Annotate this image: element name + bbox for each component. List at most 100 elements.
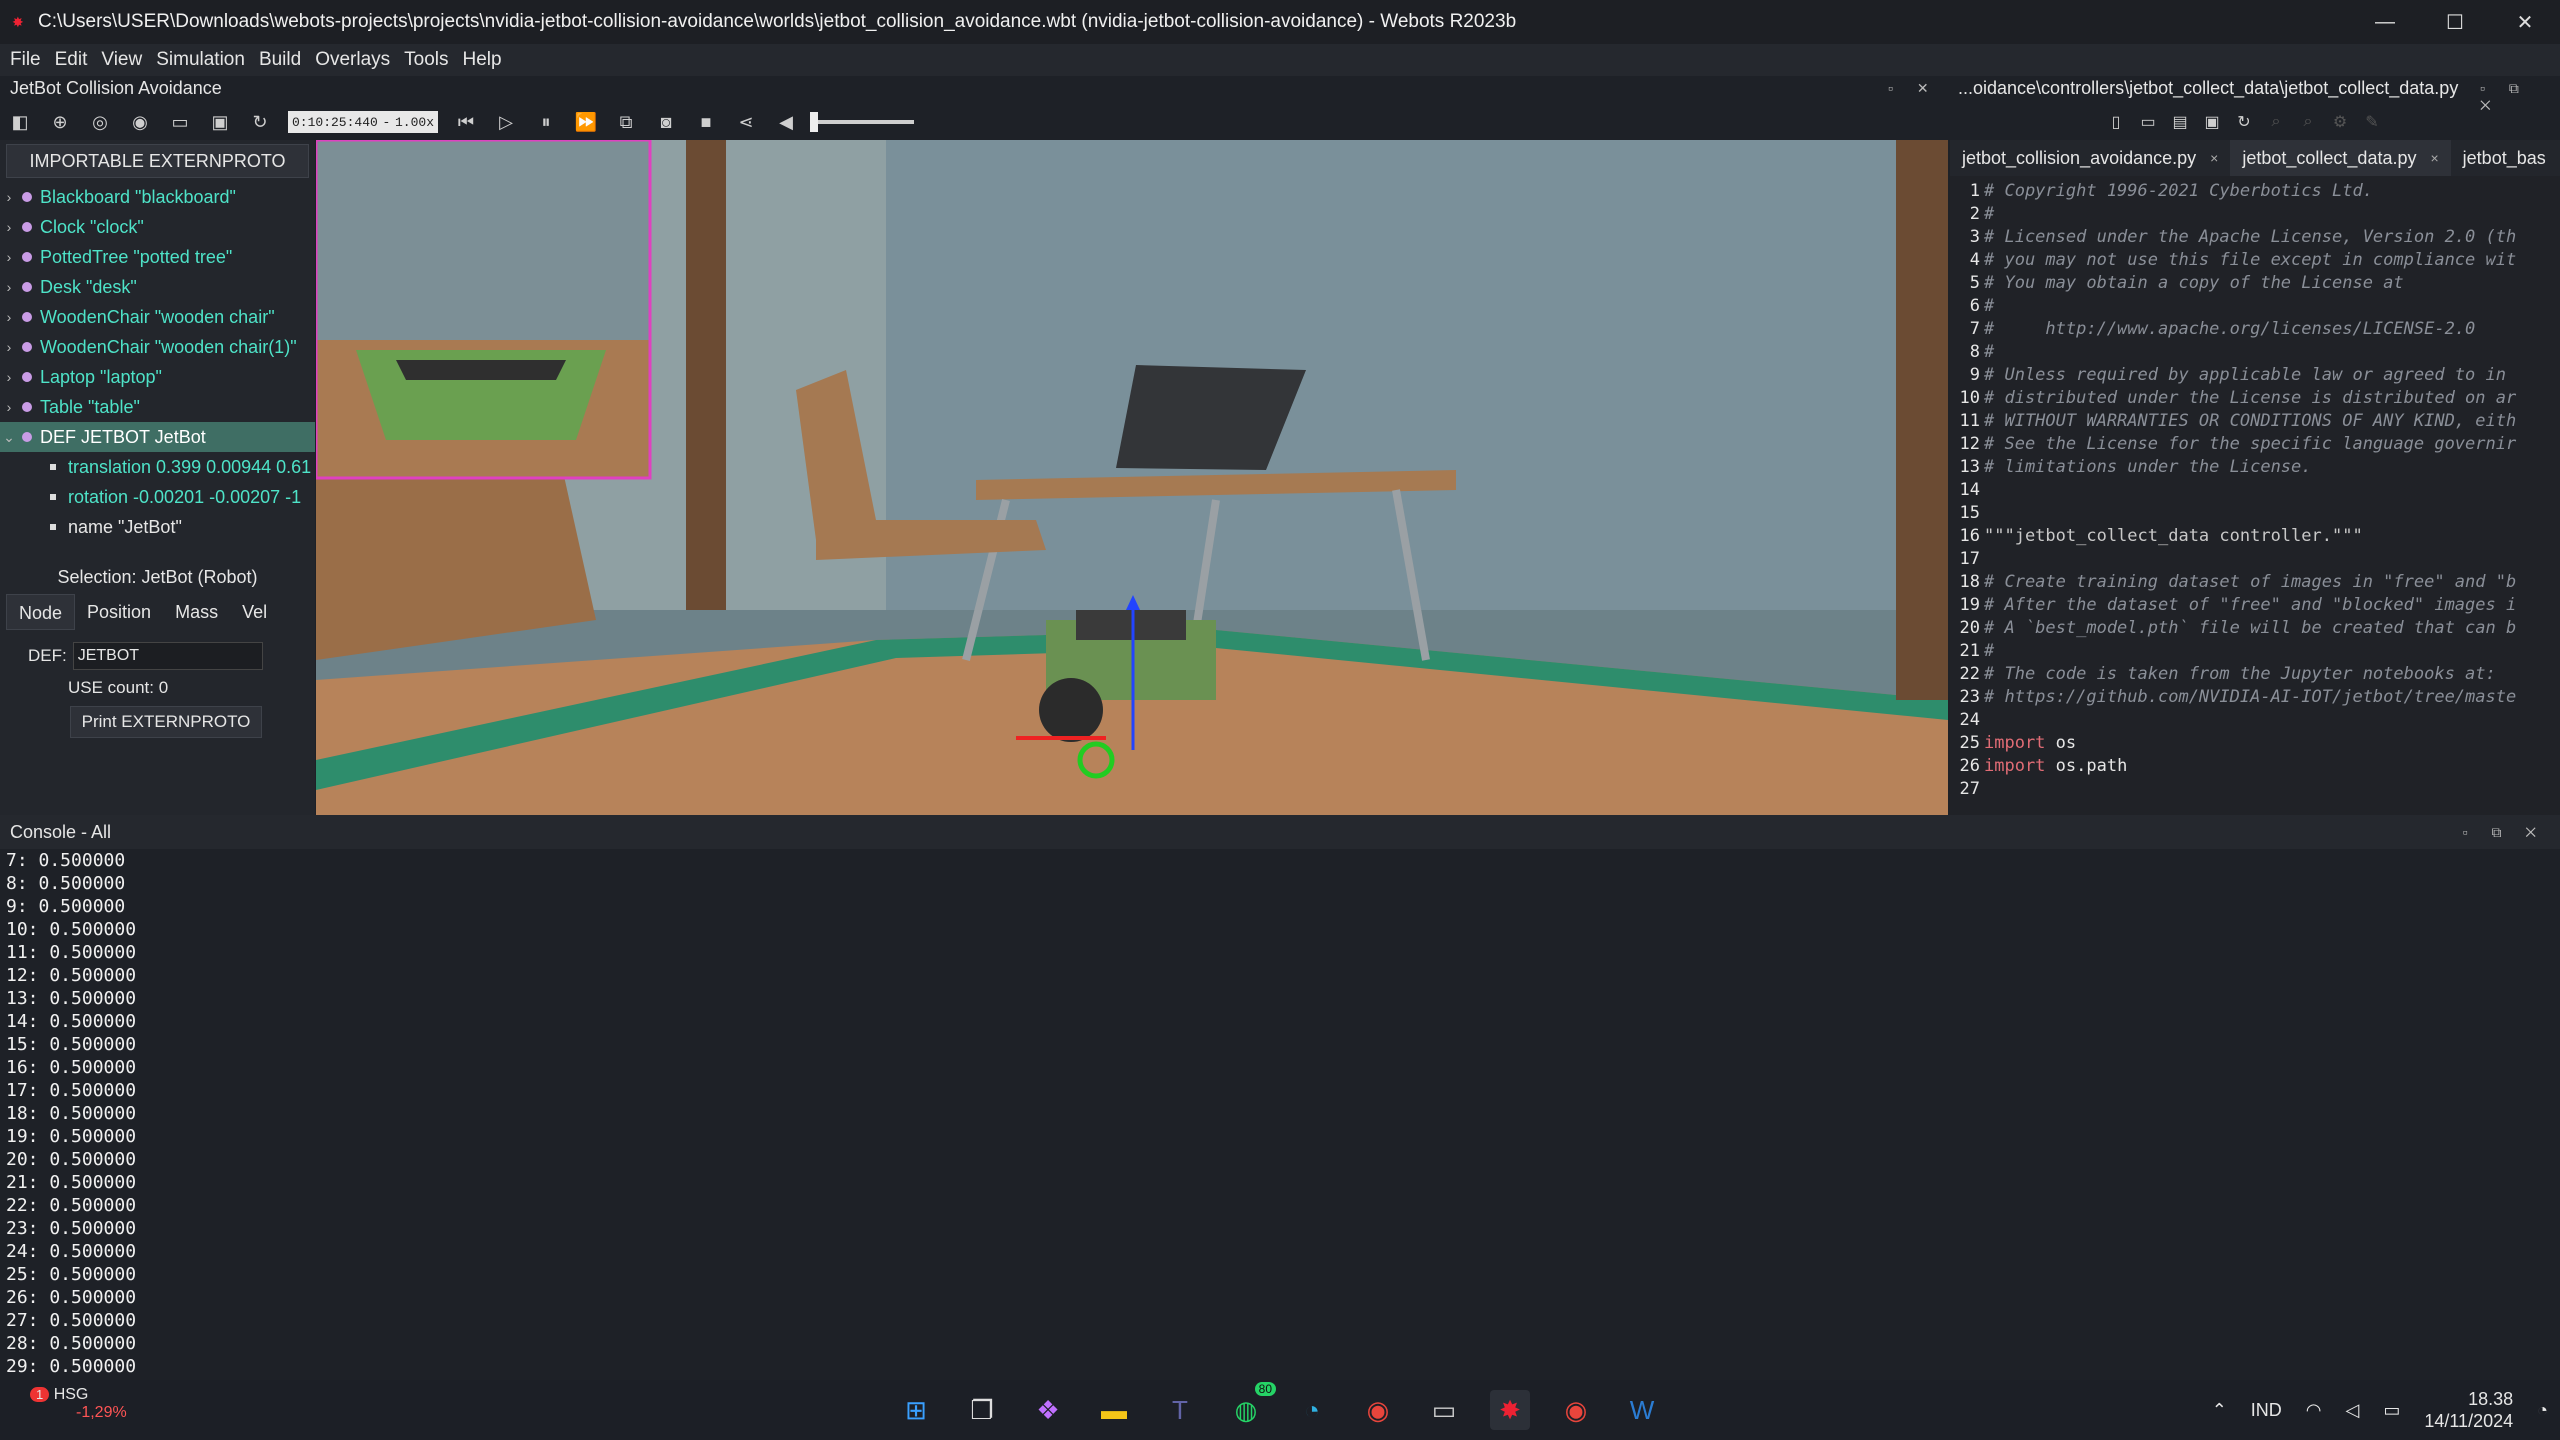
code-line[interactable]: 12 # See the License for the specific lan… [1950,433,2560,456]
code-line[interactable]: 15 [1950,502,2560,525]
fast-forward-icon[interactable]: ⏩ [573,109,599,135]
volume-slider-knob[interactable] [810,112,818,132]
menu-overlays[interactable]: Overlays [315,49,390,71]
whatsapp-icon[interactable]: ◍ 80 [1226,1382,1276,1430]
open-world-icon[interactable]: ▭ [167,109,193,135]
edge-icon[interactable]: ◔ [1292,1390,1332,1430]
tab-mass[interactable]: Mass [163,594,230,630]
code-line[interactable]: 7 # http://www.apache.org/licenses/LICENS… [1950,318,2560,341]
teams-icon[interactable]: T [1160,1390,1200,1430]
code-line[interactable]: 9 # Unless required by applicable law or … [1950,364,2560,387]
terminal-icon[interactable]: ▭ [1424,1390,1464,1430]
tree-field-rotation[interactable]: rotation -0.00201 -0.00207 -1 [0,482,315,512]
code-line[interactable]: 23 # https://github.com/NVIDIA-AI-IOT/jet… [1950,686,2560,709]
code-line[interactable]: 13 # limitations under the License. [1950,456,2560,479]
code-line[interactable]: 1 # Copyright 1996-2021 Cyberbotics Ltd. [1950,180,2560,203]
code-line[interactable]: 3 # Licensed under the Apache License, Ve… [1950,226,2560,249]
tree-node-jetbot[interactable]: ⌄ DEF JETBOT JetBot [0,422,315,452]
step-icon[interactable]: ▷ [493,109,519,135]
code-area[interactable]: 1 # Copyright 1996-2021 Cyberbotics Ltd. 2… [1950,180,2560,800]
expand-arrow-icon[interactable]: › [0,219,18,235]
minimize-button[interactable]: — [2350,0,2420,44]
volume-icon[interactable]: ◁ [2346,1400,2360,1421]
tree-node-clock[interactable]: › Clock "clock" [0,212,315,242]
importable-externproto-button[interactable]: IMPORTABLE EXTERNPROTO [6,144,309,178]
sound-icon[interactable]: ◀ [773,109,799,135]
chrome-profile-icon[interactable]: ◉ [1556,1390,1596,1430]
find-icon[interactable]: ⌕ [2265,113,2287,131]
menu-edit[interactable]: Edit [55,49,88,71]
save-file-icon[interactable]: ▣ [2201,112,2223,132]
pause-icon[interactable]: ⏸ [533,109,559,135]
code-line[interactable]: 14 [1950,479,2560,502]
close-button[interactable]: ✕ [2490,0,2560,44]
code-line[interactable]: 4 # you may not use this file except in c… [1950,249,2560,272]
menu-simulation[interactable]: Simulation [156,49,245,71]
eye-icon[interactable]: ◉ [127,109,153,135]
screenshot-icon[interactable]: ◙ [653,109,679,135]
stock-widget[interactable]: 1 HSG -1,29% [30,1380,127,1422]
tree-field-translation[interactable]: translation 0.399 0.00944 0.61 [0,452,315,482]
code-line[interactable]: 27 [1950,778,2560,801]
battery-icon[interactable]: ▭ [2383,1400,2400,1421]
code-line[interactable]: 19 # After the dataset of "free" and "blo… [1950,594,2560,617]
tree-node-blackboard[interactable]: › Blackboard "blackboard" [0,182,315,212]
expand-arrow-icon[interactable]: › [0,189,18,205]
code-line[interactable]: 17 [1950,548,2560,571]
menu-file[interactable]: File [10,49,41,71]
menu-tools[interactable]: Tools [404,49,448,71]
menu-view[interactable]: View [101,49,142,71]
3d-view[interactable] [316,140,1948,815]
tree-node-table[interactable]: › Table "table" [0,392,315,422]
console-output[interactable]: 7: 0.500000 8: 0.500000 9: 0.500000 10: 0.5… [0,849,2560,1400]
tab-node[interactable]: Node [6,594,76,630]
code-line[interactable]: 24 [1950,709,2560,732]
expand-arrow-icon[interactable]: › [0,399,18,415]
file-explorer-icon[interactable]: ▬ [1094,1390,1134,1430]
code-line[interactable]: 6 # [1950,295,2560,318]
rendering-toggle-icon[interactable]: ⧉ [613,109,639,135]
code-line[interactable]: 22 # The code is taken from the Jupyter n… [1950,663,2560,686]
notifications-icon[interactable]: ◔ [2537,1400,2548,1421]
def-field[interactable] [72,642,263,670]
task-view-icon[interactable]: ❐ [962,1390,1002,1430]
word-icon[interactable]: W [1622,1390,1662,1430]
reload-world-icon[interactable]: ↻ [247,109,273,135]
copilot-icon[interactable]: ❖ [1028,1390,1068,1430]
expand-arrow-icon[interactable]: › [0,249,18,265]
build-icon[interactable]: ⚙ [2329,112,2351,132]
volume-slider[interactable] [810,112,914,132]
console-panel-controls[interactable]: ▫ ⧉ ✕ [2463,824,2546,841]
print-externproto-button[interactable]: Print EXTERNPROTO [70,706,262,738]
code-line[interactable]: 16 """jetbot_collect_data controller.""" [1950,525,2560,548]
reset-simulation-icon[interactable]: ⏮ [453,109,479,135]
tree-node-potted-tree[interactable]: › PottedTree "potted tree" [0,242,315,272]
clock[interactable]: 18.38 14/11/2024 [2424,1388,2513,1432]
expand-arrow-icon[interactable]: › [0,309,18,325]
save-all-icon[interactable]: ▤ [2169,112,2191,132]
add-node-icon[interactable]: ⊕ [47,109,73,135]
tree-field-name[interactable]: name "JetBot" [0,512,315,542]
tab-position[interactable]: Position [75,594,163,630]
maximize-button[interactable]: ☐ [2420,0,2490,44]
code-line[interactable]: 25 import os [1950,732,2560,755]
close-tab-icon[interactable]: × [2430,150,2438,166]
chrome-icon[interactable]: ◉ [1358,1390,1398,1430]
code-line[interactable]: 21 # [1950,640,2560,663]
expand-arrow-icon[interactable]: › [0,279,18,295]
start-icon[interactable]: ⊞ [896,1390,936,1430]
menu-build[interactable]: Build [259,49,301,71]
record-movie-icon[interactable]: ■ [693,109,719,135]
tree-node-wooden-chair[interactable]: › WoodenChair "wooden chair" [0,302,315,332]
tree-node-wooden-chair-1[interactable]: › WoodenChair "wooden chair(1)" [0,332,315,362]
tree-node-desk[interactable]: › Desk "desk" [0,272,315,302]
save-world-icon[interactable]: ▣ [207,109,233,135]
language-indicator[interactable]: IND [2251,1400,2282,1421]
share-icon[interactable]: ⋖ [733,109,759,135]
clean-icon[interactable]: ✎ [2361,112,2383,132]
expand-arrow-icon[interactable]: › [0,339,18,355]
tab-velocity[interactable]: Vel [230,594,279,630]
view-panel-controls[interactable]: ▫ ✕ [1888,80,1939,97]
expand-arrow-icon[interactable]: › [0,369,18,385]
close-tab-icon[interactable]: × [2210,150,2218,166]
